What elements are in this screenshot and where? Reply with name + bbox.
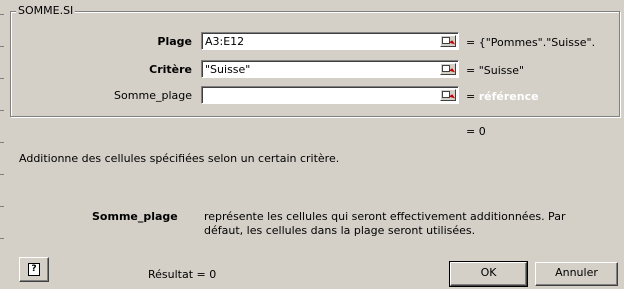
help-argument-text: représente les cellules qui seront effec… <box>204 210 566 237</box>
help-button[interactable]: ? <box>19 257 49 282</box>
arg-result-critere-value: "Suisse" <box>478 64 525 77</box>
function-arguments-dialog: SOMME.SI Plage A3:E12 = {"Pommes"."Suiss… <box>0 0 624 289</box>
edge-mark <box>0 110 4 111</box>
edge-mark <box>0 14 4 15</box>
plage-input-value: A3:E12 <box>205 35 245 48</box>
arg-result-somme-plage-value: référence <box>478 90 539 103</box>
edge-mark <box>0 142 4 143</box>
edge-mark <box>0 174 4 175</box>
collapse-dialog-button-plage[interactable] <box>440 35 456 47</box>
arg-result-plage-value: {"Pommes"."Suisse". <box>478 36 596 49</box>
red-arrow-icon <box>448 94 456 101</box>
formula-result: = 0 <box>466 125 486 138</box>
arg-label-somme-plage: Somme_plage <box>114 89 192 102</box>
red-arrow-icon <box>448 40 456 47</box>
arg-label-plage: Plage <box>157 35 192 48</box>
equals-sign: = <box>466 90 476 103</box>
critere-input-value: "Suisse" <box>205 63 251 76</box>
ok-button[interactable]: OK <box>449 261 528 287</box>
help-icon: ? <box>28 263 40 276</box>
function-name-title: SOMME.SI <box>16 4 76 17</box>
somme-plage-input[interactable] <box>201 86 459 104</box>
arg-result-plage: = {"Pommes"."Suisse". <box>466 36 595 49</box>
edge-mark <box>0 46 4 47</box>
result-label: Résultat = 0 <box>148 268 217 281</box>
edge-mark <box>0 78 4 79</box>
arg-result-somme-plage: = référence <box>466 90 539 103</box>
collapse-dialog-button-somme-plage[interactable] <box>440 89 456 101</box>
cancel-button[interactable]: Annuler <box>535 262 618 286</box>
arg-result-critere: = "Suisse" <box>466 64 524 77</box>
plage-input[interactable]: A3:E12 <box>201 32 459 50</box>
equals-sign: = <box>466 36 476 49</box>
collapse-dialog-button-critere[interactable] <box>440 63 456 75</box>
edge-mark <box>0 206 4 207</box>
arg-label-critere: Critère <box>149 63 192 76</box>
red-arrow-icon <box>448 68 456 75</box>
edge-mark <box>0 238 4 239</box>
critere-input[interactable]: "Suisse" <box>201 60 459 78</box>
equals-sign: = <box>466 64 476 77</box>
function-description: Additionne des cellules spécifiées selon… <box>19 152 340 165</box>
help-argument-name: Somme_plage <box>92 210 178 223</box>
